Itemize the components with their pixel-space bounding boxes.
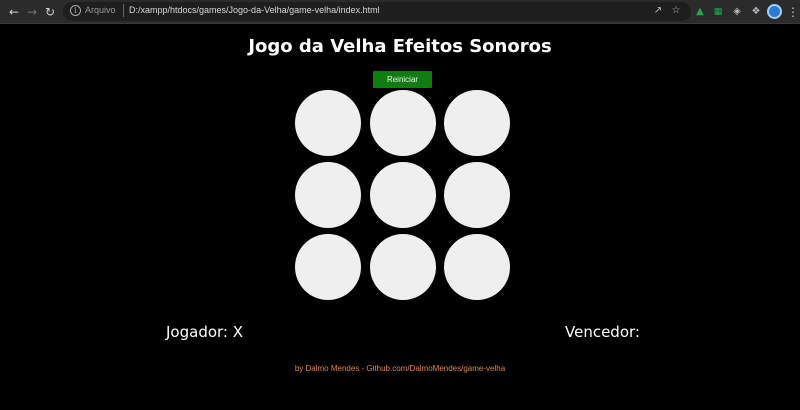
winner-label: Vencedor: bbox=[565, 323, 640, 341]
board-cell[interactable] bbox=[295, 234, 361, 300]
address-bar[interactable]: i Arquivo D:/xampp/htdocs/games/Jogo-da-… bbox=[63, 2, 691, 21]
extension-icon[interactable]: ◈ bbox=[730, 5, 744, 19]
forward-arrow-icon[interactable]: → bbox=[24, 4, 40, 20]
board-cell[interactable] bbox=[295, 90, 361, 156]
puzzle-icon[interactable]: ❖ bbox=[749, 5, 763, 19]
page-title: Jogo da Velha Efeitos Sonoros bbox=[248, 36, 552, 57]
profile-icon[interactable] bbox=[767, 4, 782, 19]
board-cell[interactable] bbox=[444, 162, 510, 228]
security-label: Arquivo bbox=[85, 5, 116, 15]
footer-credit: by Dalmo Mendes - Github.com/DalmoMendes… bbox=[294, 364, 506, 373]
current-player-label: Jogador: X bbox=[166, 323, 244, 341]
restart-button[interactable]: Reiniciar bbox=[373, 71, 432, 88]
board-cell[interactable] bbox=[370, 90, 436, 156]
reload-icon[interactable]: ↻ bbox=[42, 4, 58, 20]
board-cell[interactable] bbox=[444, 234, 510, 300]
board-cell[interactable] bbox=[370, 162, 436, 228]
extension-icon[interactable]: ▲ bbox=[693, 5, 707, 19]
back-arrow-icon[interactable]: ← bbox=[6, 4, 22, 20]
star-icon[interactable]: ☆ bbox=[669, 4, 683, 18]
board-cell[interactable] bbox=[370, 234, 436, 300]
board-cell[interactable] bbox=[295, 162, 361, 228]
browser-toolbar: ← → ↻ i Arquivo D:/xampp/htdocs/games/Jo… bbox=[0, 0, 800, 24]
share-icon[interactable]: ↗ bbox=[651, 4, 665, 18]
info-icon[interactable]: i bbox=[70, 5, 81, 16]
board-cell[interactable] bbox=[444, 90, 510, 156]
menu-icon[interactable]: ⋮ bbox=[787, 4, 799, 20]
game-board bbox=[295, 90, 511, 302]
divider bbox=[123, 4, 124, 17]
extension-icon[interactable]: ▦ bbox=[711, 5, 725, 19]
url-text[interactable]: D:/xampp/htdocs/games/Jogo-da-Velha/game… bbox=[129, 5, 380, 15]
